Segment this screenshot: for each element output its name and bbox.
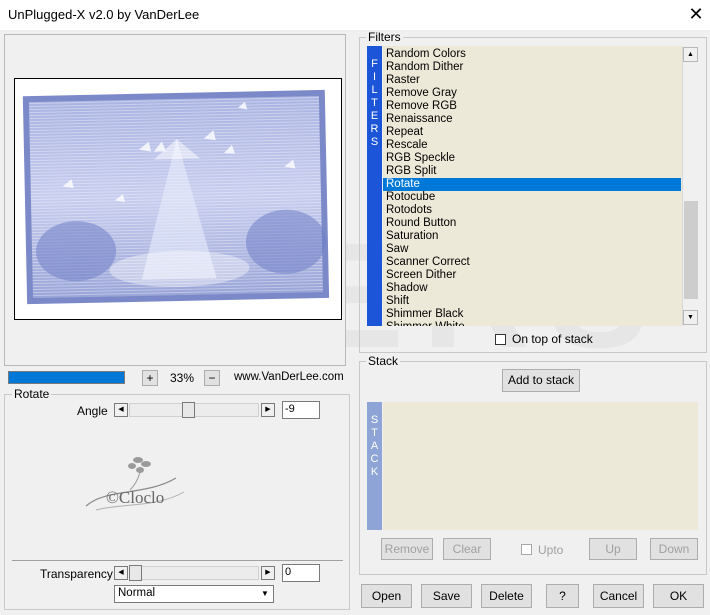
- side-label-letter: I: [372, 71, 377, 83]
- remove-button[interactable]: Remove: [381, 538, 433, 560]
- stack-side-label: STACK: [367, 402, 382, 530]
- filter-item[interactable]: Random Dither: [383, 61, 681, 74]
- filter-item[interactable]: Raster: [383, 74, 681, 87]
- angle-label: Angle: [77, 404, 108, 418]
- side-label-letter: S: [370, 136, 379, 148]
- stack-group-title: Stack: [366, 354, 401, 368]
- chevron-down-icon[interactable]: ▼: [258, 587, 272, 601]
- filter-item[interactable]: Random Colors: [383, 48, 681, 61]
- filter-item[interactable]: Shift: [383, 295, 681, 308]
- side-label-letter: S: [370, 414, 379, 426]
- side-label-letter: T: [371, 427, 378, 439]
- blend-mode-value: Normal: [118, 587, 156, 599]
- side-label-letter: R: [370, 123, 379, 135]
- filter-item[interactable]: RGB Speckle: [383, 152, 681, 165]
- cloclo-logo: ©Cloclo: [76, 448, 196, 518]
- side-label-letter: K: [370, 466, 379, 478]
- transparency-slider-thumb[interactable]: [129, 565, 142, 581]
- preview-artwork: [22, 89, 330, 305]
- zoom-in-button[interactable]: +: [142, 370, 158, 386]
- stack-list[interactable]: [383, 402, 698, 530]
- down-button[interactable]: Down: [650, 538, 698, 560]
- filter-item[interactable]: Scanner Correct: [383, 256, 681, 269]
- filter-item[interactable]: Rotate: [383, 178, 681, 191]
- upto-checkbox[interactable]: [521, 544, 532, 555]
- side-label-letter: T: [371, 97, 378, 109]
- angle-slider-thumb[interactable]: [181, 402, 195, 418]
- on-top-checkbox[interactable]: [495, 334, 506, 345]
- logo-text: ©Cloclo: [106, 488, 165, 507]
- preview-image: [14, 78, 342, 320]
- filters-side-label: FILTERS: [367, 46, 382, 326]
- side-label-letter: C: [370, 453, 379, 465]
- cancel-button[interactable]: Cancel: [593, 584, 644, 608]
- filter-item[interactable]: Rotodots: [383, 204, 681, 217]
- filter-item[interactable]: Screen Dither: [383, 269, 681, 282]
- filter-item[interactable]: Rotocube: [383, 191, 681, 204]
- side-label-letter: F: [371, 58, 378, 70]
- website-link[interactable]: www.VanDerLee.com: [234, 371, 344, 383]
- progress-bar: [8, 371, 125, 384]
- angle-input[interactable]: -9: [282, 401, 320, 419]
- scrollbar-thumb[interactable]: [684, 201, 698, 299]
- zoom-out-button[interactable]: −: [204, 370, 220, 386]
- up-button[interactable]: Up: [589, 538, 637, 560]
- side-label-letter: A: [370, 440, 379, 452]
- add-to-stack-button[interactable]: Add to stack: [502, 369, 580, 392]
- save-button[interactable]: Save: [421, 584, 472, 608]
- transparency-increase-button[interactable]: ▶: [261, 566, 275, 580]
- scroll-up-icon[interactable]: ▲: [683, 47, 698, 62]
- angle-decrease-button[interactable]: ◀: [114, 403, 128, 417]
- divider: [12, 560, 343, 561]
- side-label-letter: L: [371, 84, 378, 96]
- open-button[interactable]: Open: [361, 584, 412, 608]
- filter-item[interactable]: Rescale: [383, 139, 681, 152]
- transparency-input[interactable]: 0: [282, 564, 320, 582]
- rotate-group-title: Rotate: [12, 387, 52, 401]
- filter-item[interactable]: Shadow: [383, 282, 681, 295]
- help-button[interactable]: ?: [546, 584, 579, 608]
- close-icon[interactable]: ✕: [686, 3, 706, 25]
- filter-item[interactable]: Shimmer Black: [383, 308, 681, 321]
- filter-item[interactable]: Remove RGB: [383, 100, 681, 113]
- filter-item[interactable]: Remove Gray: [383, 87, 681, 100]
- angle-increase-button[interactable]: ▶: [261, 403, 275, 417]
- blend-mode-select[interactable]: Normal ▼: [114, 585, 274, 603]
- filter-item[interactable]: RGB Split: [383, 165, 681, 178]
- delete-button[interactable]: Delete: [481, 584, 532, 608]
- progress-fill: [9, 372, 124, 383]
- transparency-slider[interactable]: [129, 566, 259, 580]
- window-title: UnPlugged-X v2.0 by VanDerLee: [8, 7, 200, 22]
- transparency-label: Transparency: [40, 567, 113, 581]
- filter-item[interactable]: Shimmer White: [383, 321, 681, 326]
- filter-list[interactable]: Random Colors Random Dither Raster Remove G…: [383, 46, 698, 326]
- filter-item[interactable]: Renaissance: [383, 113, 681, 126]
- clear-button[interactable]: Clear: [443, 538, 491, 560]
- filter-list-scrollbar[interactable]: ▲ ▼: [682, 46, 699, 326]
- filters-group-title: Filters: [366, 30, 403, 44]
- zoom-level: 33%: [170, 371, 195, 385]
- ok-button[interactable]: OK: [653, 584, 704, 608]
- scroll-down-icon[interactable]: ▼: [683, 310, 698, 325]
- filter-item[interactable]: Round Button: [383, 217, 681, 230]
- on-top-label: On top of stack: [512, 332, 593, 346]
- upto-label: Upto: [538, 543, 564, 557]
- side-label-letter: E: [370, 110, 379, 122]
- transparency-decrease-button[interactable]: ◀: [114, 566, 128, 580]
- filter-item[interactable]: Saw: [383, 243, 681, 256]
- filter-item[interactable]: Repeat: [383, 126, 681, 139]
- filter-item[interactable]: Saturation: [383, 230, 681, 243]
